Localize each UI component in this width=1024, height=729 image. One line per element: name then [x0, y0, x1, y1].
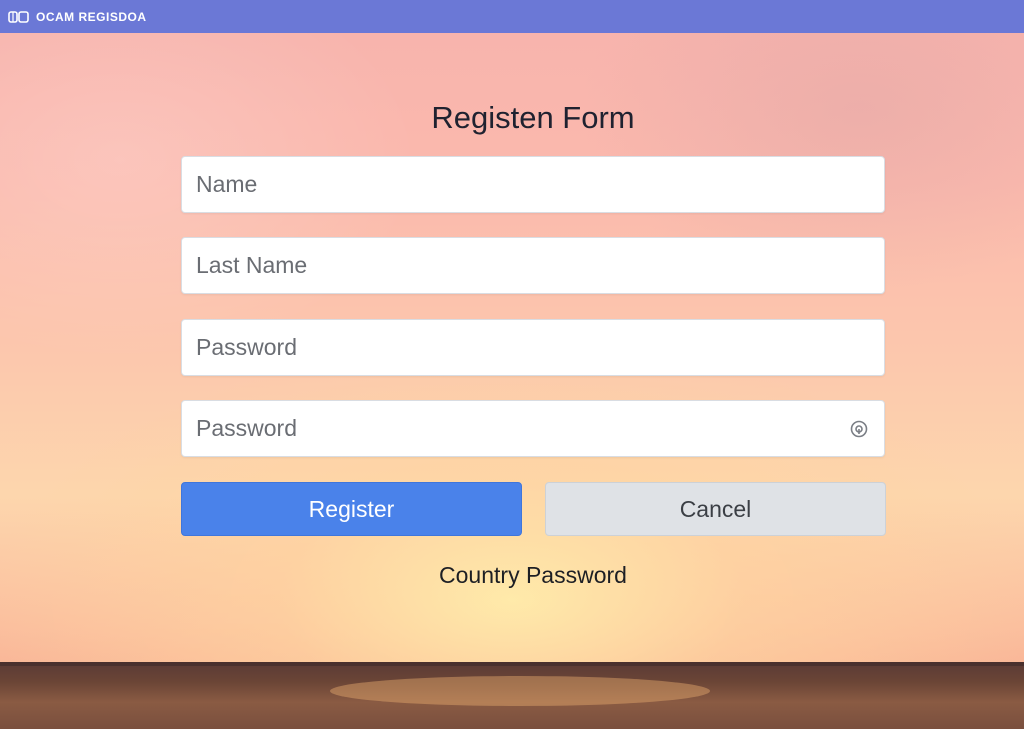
name-input[interactable]	[182, 157, 884, 212]
password-input[interactable]	[182, 320, 884, 375]
app-title: OCAM REGISDOA	[36, 9, 147, 24]
country-password-link[interactable]: Country Password	[181, 562, 885, 589]
confirm-password-field[interactable]	[181, 400, 885, 457]
password-field[interactable]	[181, 319, 885, 376]
eye-icon[interactable]	[850, 420, 868, 438]
top-bar: OCAM REGISDOA	[0, 0, 1024, 33]
confirm-password-input[interactable]	[182, 401, 884, 456]
form-title: Registen Form	[431, 100, 635, 135]
register-button[interactable]: Register	[181, 482, 522, 536]
last-name-input[interactable]	[182, 238, 884, 293]
page-background: OCAM REGISDOA Registen Form Register Can…	[0, 0, 1024, 729]
register-form: Registen Form Register Cancel Country Pa…	[181, 96, 886, 588]
horizon-glow	[330, 676, 710, 706]
cancel-button[interactable]: Cancel	[545, 482, 886, 536]
app-logo-icon	[8, 10, 30, 24]
last-name-field[interactable]	[181, 237, 885, 294]
name-field[interactable]	[181, 156, 885, 213]
